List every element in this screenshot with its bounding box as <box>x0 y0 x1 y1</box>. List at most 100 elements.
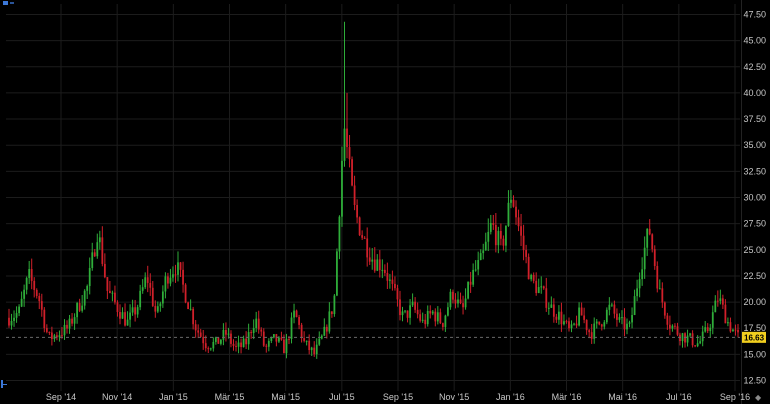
candle-body <box>383 269 386 273</box>
candle-body <box>368 257 371 262</box>
candle-body <box>245 338 248 345</box>
candle-body <box>217 337 220 344</box>
candle-body <box>114 292 116 303</box>
x-tick-label: Mai '15 <box>271 392 300 402</box>
candle-body <box>661 288 664 303</box>
candle-body <box>227 333 230 335</box>
candle-body <box>552 304 555 317</box>
x-tick-label: Jul '16 <box>666 392 692 402</box>
y-axis: 12.50 15.00 17.50 20.00 22.50 25.00 27.50 30.00… <box>743 9 766 385</box>
y-tick-label: 27.50 <box>743 219 766 229</box>
candle-body <box>156 306 159 312</box>
candle-body <box>598 321 601 325</box>
y-tick-label: 12.50 <box>743 376 766 386</box>
candle-body <box>656 265 659 289</box>
candle-body <box>479 253 482 261</box>
candle-body <box>295 310 298 318</box>
candle-body <box>353 185 356 206</box>
candle-body <box>30 269 33 281</box>
candle-body <box>13 317 15 321</box>
candle-body <box>247 332 250 345</box>
candle-body <box>401 311 404 316</box>
candle-body <box>691 333 694 346</box>
candle-body <box>699 341 702 344</box>
candle-body <box>187 302 189 310</box>
y-tick-label: 47.50 <box>743 9 766 19</box>
candle-body <box>167 276 169 284</box>
candle-body <box>525 249 528 257</box>
candle-body <box>694 345 697 347</box>
candle-body <box>681 333 684 342</box>
candle-body <box>474 269 477 271</box>
candle-body <box>252 328 255 334</box>
candle-body <box>585 319 588 331</box>
candle-body <box>439 312 442 324</box>
candle-body <box>20 298 23 307</box>
candle-body <box>161 291 164 304</box>
candle-body <box>517 217 520 227</box>
candle-body <box>305 340 308 342</box>
candle-body <box>106 277 109 291</box>
candle-body <box>416 309 419 315</box>
candlestick-chart[interactable]: 12.50 15.00 17.50 20.00 22.50 25.00 27.50 30.00… <box>0 0 770 404</box>
candle-body <box>338 216 341 252</box>
candle-body <box>373 259 376 271</box>
x-tick-label: Sep '15 <box>383 392 413 402</box>
candle-body <box>151 287 154 306</box>
candle-body <box>651 234 654 250</box>
candle-body <box>404 310 406 312</box>
candle-body <box>457 299 459 304</box>
x-tick-label: Jan '15 <box>159 392 188 402</box>
candle-body <box>363 237 366 239</box>
candle-body <box>482 250 485 254</box>
candle-body <box>76 303 79 318</box>
candle-body <box>10 320 13 326</box>
candle-body <box>197 330 200 333</box>
candle-body <box>406 310 409 318</box>
candle-body <box>396 288 399 300</box>
x-tick-label: Nov '14 <box>102 392 132 402</box>
candle-body <box>219 339 222 344</box>
candle-body <box>101 237 104 264</box>
candle-body <box>177 262 179 275</box>
candle-body <box>494 224 497 246</box>
candle-body <box>33 280 36 290</box>
candle-body <box>409 305 411 318</box>
candle-body <box>686 335 689 343</box>
candle-body <box>459 299 462 304</box>
candle-body <box>235 345 237 347</box>
candle-body <box>184 284 187 303</box>
candle-body <box>366 238 369 258</box>
candle-body <box>283 339 285 354</box>
candle-body <box>18 306 20 314</box>
settings-diamond-icon[interactable]: ◆ <box>755 393 762 402</box>
candle-body <box>668 324 671 329</box>
candle-body <box>81 305 84 311</box>
candle-body <box>507 202 510 226</box>
candle-body <box>527 256 530 280</box>
candle-body <box>497 231 500 246</box>
candle-body <box>631 315 633 323</box>
candle-body <box>98 237 101 243</box>
candle-body <box>633 296 636 316</box>
candle-body <box>388 279 391 281</box>
candle-body <box>399 299 401 316</box>
candle-body <box>159 303 162 307</box>
candle-body <box>520 226 522 236</box>
candle-body <box>262 331 265 346</box>
candle-body <box>192 308 195 325</box>
candle-body <box>250 332 253 334</box>
candle-body <box>499 231 502 239</box>
candle-body <box>303 338 306 341</box>
candle-body <box>172 274 174 278</box>
candle-body <box>621 317 623 319</box>
candle-body <box>603 322 606 327</box>
candle-body <box>638 279 641 289</box>
candle-body <box>426 310 429 325</box>
candle-body <box>666 315 669 325</box>
candle-body <box>394 283 396 289</box>
candle-body <box>676 326 679 335</box>
candle-body <box>199 332 202 337</box>
candle-body <box>505 225 507 246</box>
x-tick-label: Mär '15 <box>215 392 245 402</box>
